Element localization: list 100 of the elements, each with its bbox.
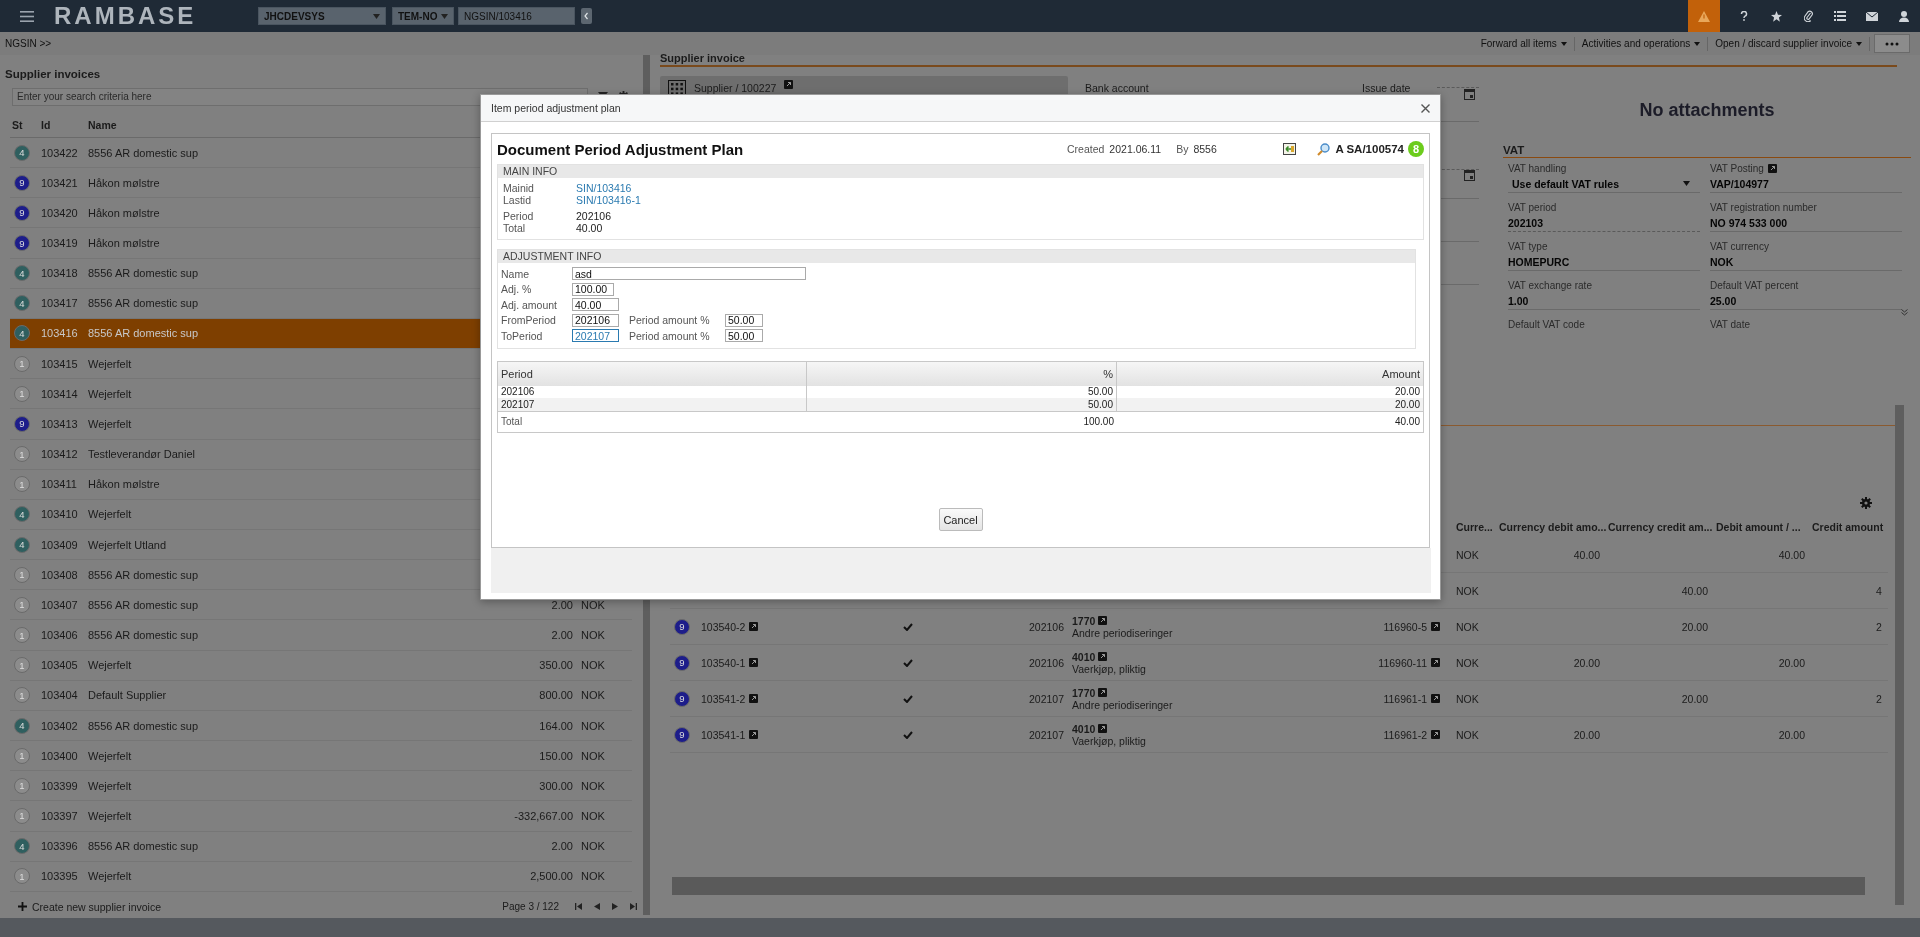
external-link-icon[interactable] bbox=[1767, 164, 1777, 173]
external-link-icon[interactable] bbox=[749, 622, 759, 631]
reference[interactable]: 116961-2 bbox=[1383, 728, 1427, 741]
invoice-row[interactable]: 1 103399 Wejerfelt 300.00 NOK bbox=[10, 771, 632, 802]
external-link-icon[interactable] bbox=[784, 80, 794, 89]
create-link[interactable]: Create new supplier invoice bbox=[18, 900, 161, 913]
column-header[interactable]: Debit amount / ... bbox=[1712, 521, 1810, 533]
external-link-icon[interactable] bbox=[749, 694, 759, 703]
external-link-icon[interactable] bbox=[1098, 688, 1108, 697]
posting-id[interactable]: 103541-1 bbox=[701, 728, 746, 741]
column-header[interactable]: Period bbox=[498, 361, 807, 386]
status-badge: 9 bbox=[14, 415, 30, 432]
search-icon[interactable] bbox=[1316, 142, 1330, 156]
invoice-row[interactable]: 1 103400 Wejerfelt 150.00 NOK bbox=[10, 741, 632, 772]
column-header[interactable]: St bbox=[12, 119, 41, 132]
external-link-icon[interactable] bbox=[1431, 658, 1440, 667]
menu-icon[interactable] bbox=[20, 10, 34, 22]
input-field[interactable]: 50.00 bbox=[725, 313, 763, 327]
document-field[interactable]: NGSIN/103416 bbox=[458, 7, 575, 25]
section-title: VAT bbox=[1503, 144, 1911, 158]
invoice-row[interactable]: 1 103404 Default Supplier 800.00 NOK bbox=[10, 680, 632, 711]
status-badge: 1 bbox=[14, 355, 30, 372]
first-page-icon[interactable] bbox=[575, 903, 582, 911]
external-link-icon[interactable] bbox=[1098, 724, 1108, 733]
close-icon[interactable] bbox=[1421, 103, 1430, 113]
currency: NOK bbox=[581, 779, 605, 792]
invoice-row[interactable]: 1 103395 Wejerfelt 2,500.00 NOK bbox=[10, 861, 632, 892]
action-menu[interactable]: Open / discard supplier invoice bbox=[1708, 36, 1870, 51]
created-date: 2021.06.11 bbox=[1109, 143, 1162, 155]
account-number[interactable]: 4010 bbox=[1072, 722, 1096, 735]
reference[interactable]: 116961-1 bbox=[1383, 692, 1427, 705]
expand-icon[interactable] bbox=[1901, 309, 1908, 316]
table-cell: 20.00 bbox=[1681, 620, 1708, 633]
invoice-row[interactable]: 1 103397 Wejerfelt -332,667.00 NOK bbox=[10, 801, 632, 832]
column-header[interactable]: % bbox=[807, 361, 1117, 386]
breadcrumb[interactable]: NGSIN >> bbox=[5, 38, 52, 49]
column-header[interactable]: Credit amount bbox=[1810, 521, 1888, 533]
settings-icon[interactable] bbox=[1860, 497, 1872, 509]
field-label: Default VAT code bbox=[1508, 319, 1585, 330]
reference[interactable]: 116960-11 bbox=[1378, 656, 1427, 669]
reference[interactable]: 116960-5 bbox=[1383, 620, 1427, 633]
account-number[interactable]: 1770 bbox=[1072, 614, 1096, 627]
supplier-name: Håkon mølstre bbox=[88, 237, 161, 249]
column-header[interactable]: Id bbox=[41, 119, 88, 132]
invoice-row[interactable]: 4 103402 8556 AR domestic sup 164.00 NOK bbox=[10, 710, 632, 742]
input-field[interactable]: asd bbox=[572, 267, 806, 281]
external-link-icon[interactable] bbox=[1431, 694, 1440, 703]
external-link-icon[interactable] bbox=[1098, 652, 1108, 661]
external-link-icon[interactable] bbox=[1431, 622, 1440, 631]
amount: 350.00 bbox=[539, 659, 573, 672]
column-header[interactable]: Curre... bbox=[1446, 521, 1496, 533]
posting-id[interactable]: 103541-2 bbox=[701, 692, 746, 705]
invoice-id: 103415 bbox=[41, 357, 79, 370]
calendar-icon[interactable] bbox=[1464, 170, 1475, 181]
region-select[interactable]: TEM-NO bbox=[392, 7, 454, 25]
table-cell: NOK bbox=[1456, 656, 1479, 669]
status-badge: 4 bbox=[14, 144, 30, 161]
external-link-icon[interactable] bbox=[1431, 730, 1440, 739]
action-menu[interactable]: Activities and operations bbox=[1574, 36, 1709, 51]
next-page-icon[interactable] bbox=[612, 903, 618, 911]
caret-icon bbox=[373, 13, 380, 19]
external-link-icon[interactable] bbox=[749, 730, 759, 739]
scrollbar[interactable] bbox=[672, 877, 1865, 895]
scrollbar[interactable] bbox=[1895, 405, 1904, 905]
input-field[interactable]: 202107 bbox=[572, 329, 619, 343]
supplier-name: 8556 AR domestic sup bbox=[88, 327, 200, 340]
cancel-button[interactable]: Cancel bbox=[938, 508, 983, 531]
invoice-id: 103414 bbox=[41, 387, 79, 400]
invoice-row[interactable]: 1 103406 8556 AR domestic sup 2.00 NOK bbox=[10, 620, 632, 651]
previous-page-icon[interactable] bbox=[594, 903, 600, 911]
input-field[interactable]: 50.00 bbox=[725, 329, 763, 343]
logo: RAMBASE bbox=[54, 2, 198, 30]
column-header[interactable]: Currency credit am... bbox=[1606, 521, 1712, 533]
column-header[interactable]: Currency debit amo... bbox=[1496, 521, 1606, 533]
company-select[interactable]: JHCDEVSYS bbox=[258, 7, 386, 25]
field-value[interactable]: 202103 bbox=[1508, 215, 1700, 232]
last-page-icon[interactable] bbox=[630, 903, 637, 911]
invoice-row[interactable]: 1 103405 Wejerfelt 350.00 NOK bbox=[10, 650, 632, 681]
invoice-row[interactable]: 4 103396 8556 AR domestic sup 2.00 NOK bbox=[10, 831, 632, 862]
input-field[interactable]: 202106 bbox=[572, 313, 619, 327]
export-icon[interactable] bbox=[1282, 143, 1296, 155]
column-header[interactable]: Name bbox=[88, 119, 473, 132]
account-number[interactable]: 1770 bbox=[1072, 686, 1096, 699]
input-field[interactable]: 100.00 bbox=[572, 282, 614, 296]
calendar-icon[interactable] bbox=[1464, 89, 1475, 100]
supplier-link[interactable]: Supplier / 100227 bbox=[694, 82, 777, 94]
posting-id[interactable]: 103540-2 bbox=[701, 620, 746, 633]
amount: 2,500.00 bbox=[530, 870, 573, 883]
external-link-icon[interactable] bbox=[749, 658, 759, 667]
external-link-icon[interactable] bbox=[1098, 616, 1108, 625]
input-field[interactable]: 40.00 bbox=[572, 298, 619, 312]
account-name: Andre periodiseringer bbox=[1072, 626, 1173, 639]
document-link[interactable]: SIN/103416 bbox=[576, 182, 632, 194]
account-number[interactable]: 4010 bbox=[1072, 650, 1096, 663]
field-value: HOMEPURC bbox=[1508, 254, 1700, 271]
vat-select[interactable]: Use default VAT rules bbox=[1508, 176, 1700, 193]
column-header[interactable]: Amount bbox=[1117, 361, 1423, 386]
back-icon[interactable] bbox=[581, 8, 592, 24]
action-menu[interactable]: Forward all items bbox=[1473, 36, 1575, 51]
posting-id[interactable]: 103540-1 bbox=[701, 656, 746, 669]
